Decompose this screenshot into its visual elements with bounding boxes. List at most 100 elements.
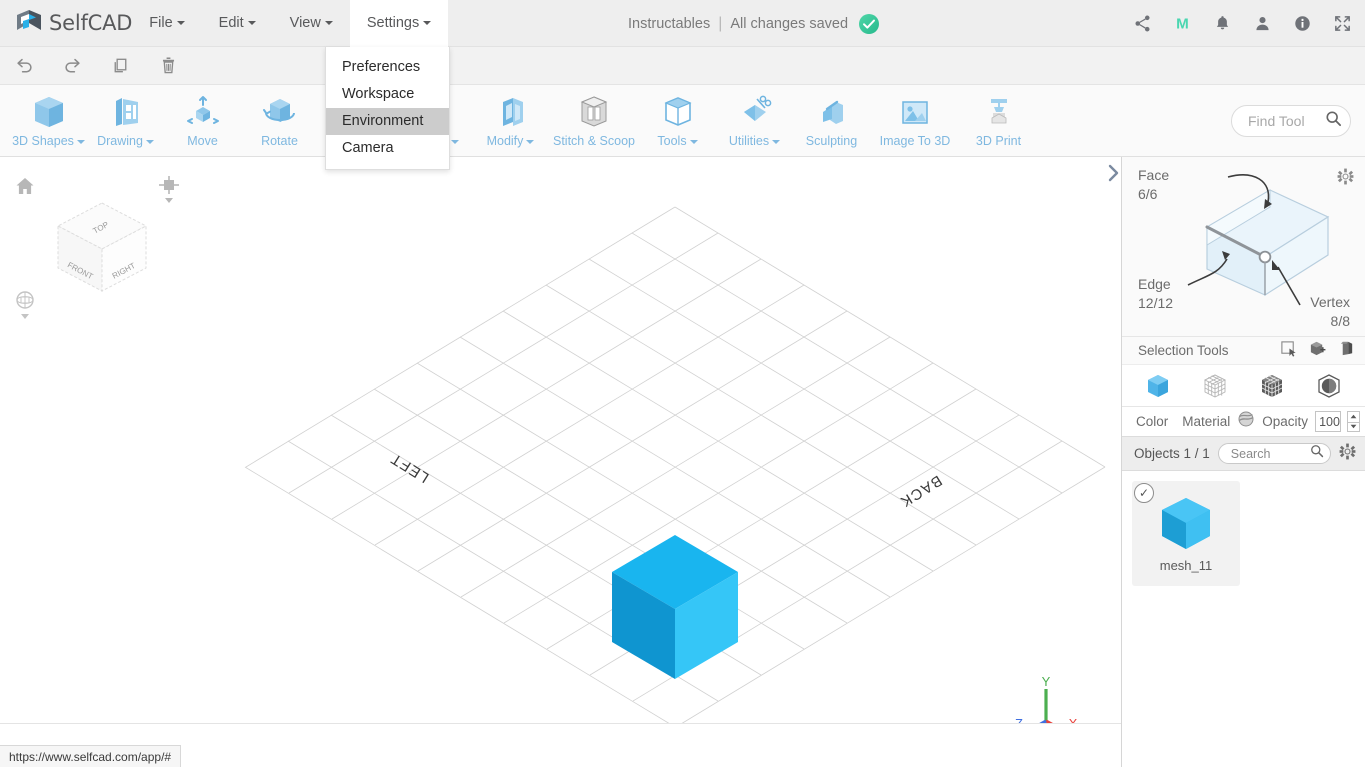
mesh-edge-value: 12/12 xyxy=(1138,295,1174,311)
settings-dropdown-menu: Preferences Workspace Environment Camera xyxy=(325,47,450,170)
mesh-edge-label: Edge xyxy=(1138,276,1171,292)
svg-text:M: M xyxy=(1176,15,1189,32)
selection-tools-row: Selection Tools xyxy=(1122,337,1365,365)
edge-mode-icon[interactable] xyxy=(1259,373,1285,399)
app-logo[interactable]: SelfCAD xyxy=(0,8,132,38)
rect-select-icon[interactable] xyxy=(1280,340,1297,362)
status-bar-url: https://www.selfcad.com/app/# xyxy=(0,745,182,767)
object-mode-icon[interactable] xyxy=(1145,373,1171,399)
drawing-icon xyxy=(106,92,146,132)
opacity-label: Opacity xyxy=(1262,414,1309,429)
delete-button[interactable] xyxy=(144,47,192,85)
tool-3d-print[interactable]: 3D Print xyxy=(960,85,1037,155)
brand-name: SelfCAD xyxy=(49,11,133,35)
cube-icon xyxy=(29,92,69,132)
3d-print-icon xyxy=(979,92,1019,132)
check-icon[interactable]: ✓ xyxy=(1134,483,1154,503)
tool-stitch-scoop[interactable]: Stitch & Scoop xyxy=(549,85,639,155)
material-sphere-icon[interactable] xyxy=(1237,410,1255,433)
opacity-value[interactable]: 100 xyxy=(1315,411,1341,432)
tool-sculpting-label: Sculpting xyxy=(805,134,858,148)
top-menu-bar: SelfCAD File Edit View Settings Instruct… xyxy=(0,0,1365,47)
material-label: Material xyxy=(1182,414,1231,429)
axis-label-y: Y xyxy=(1042,675,1051,689)
grid-label-back: BACK xyxy=(896,472,944,511)
tool-sculpting[interactable]: Sculpting xyxy=(793,85,870,155)
menu-edit-label: Edit xyxy=(218,14,244,31)
view-orientation-cube[interactable]: TOP FRONT RIGHT xyxy=(50,195,154,304)
menu-view-label: View xyxy=(289,14,321,31)
share-icon[interactable] xyxy=(1133,14,1153,34)
search-icon[interactable] xyxy=(1325,110,1342,132)
find-tool-input[interactable] xyxy=(1246,112,1324,130)
dropdown-item-preferences[interactable]: Preferences xyxy=(326,54,449,81)
viewport-bottom-strip xyxy=(0,723,1121,745)
search-icon[interactable] xyxy=(1310,444,1324,463)
chevron-right-icon[interactable] xyxy=(1104,162,1122,184)
face-mode-icon[interactable] xyxy=(1316,373,1342,399)
perspective-toggle-icon[interactable] xyxy=(14,290,36,327)
find-tool-search[interactable] xyxy=(1231,105,1351,137)
chevron-down-icon xyxy=(689,139,698,144)
redo-button[interactable] xyxy=(48,47,96,85)
tool-rotate-label: Rotate xyxy=(261,134,298,148)
scene-object-mesh-11 xyxy=(612,535,738,679)
fullscreen-expand-icon[interactable] xyxy=(1333,14,1353,34)
menu-edit[interactable]: Edit xyxy=(202,0,273,47)
tool-tools[interactable]: Tools xyxy=(639,85,716,155)
selection-mode-row xyxy=(1122,365,1365,407)
notification-bell-icon[interactable] xyxy=(1213,14,1233,34)
tool-rotate[interactable]: Rotate xyxy=(241,85,318,155)
objects-header: Objects 1 / 1 xyxy=(1122,437,1365,471)
tool-image-to-3d-label: Image To 3D xyxy=(879,134,951,148)
zoom-fit-icon[interactable] xyxy=(158,175,180,210)
list-item[interactable]: ✓ mesh_11 xyxy=(1132,481,1240,586)
redo-icon xyxy=(64,58,80,73)
right-sidebar-panel: Face 6/6 Edge 12/12 Vertex 8/8 Selection… xyxy=(1121,157,1365,767)
chevron-down-icon xyxy=(772,139,781,144)
dropdown-item-camera[interactable]: Camera xyxy=(326,135,449,162)
tool-image-to-3d[interactable]: Image To 3D xyxy=(870,85,960,155)
tool-drawing-label: Drawing xyxy=(97,134,143,148)
add-select-icon[interactable] xyxy=(1309,340,1326,362)
mesh-vertex-value: 8/8 xyxy=(1330,313,1350,329)
mesh-face-label: Face xyxy=(1138,167,1170,183)
tool-move[interactable]: Move xyxy=(164,85,241,155)
menu-file[interactable]: File xyxy=(132,0,201,47)
chevron-down-icon xyxy=(324,20,333,25)
opacity-stepper[interactable] xyxy=(1346,411,1360,432)
menu-settings[interactable]: Settings xyxy=(349,0,449,47)
vertex-mode-icon[interactable] xyxy=(1202,373,1228,399)
action-bar xyxy=(0,47,1365,85)
user-account-icon[interactable] xyxy=(1253,14,1273,34)
opacity-decrement-button[interactable] xyxy=(1346,421,1360,432)
tool-3d-shapes[interactable]: 3D Shapes xyxy=(10,85,87,155)
main-toolbar: 3D Shapes Drawing Move Rotate Modify Sti… xyxy=(0,85,1365,157)
objects-search[interactable] xyxy=(1217,443,1331,464)
appearance-row: Color Material Opacity 100 xyxy=(1122,407,1365,437)
tool-tools-label: Tools xyxy=(657,134,687,148)
menu-view[interactable]: View xyxy=(273,0,350,47)
chevron-down-icon xyxy=(76,139,85,144)
tool-utilities[interactable]: Utilities xyxy=(716,85,793,155)
undo-button[interactable] xyxy=(0,47,48,85)
through-select-icon[interactable] xyxy=(1338,340,1355,362)
3d-viewport[interactable]: LEFT BACK FRONT RIGHT xyxy=(0,157,1121,745)
tool-drawing[interactable]: Drawing xyxy=(87,85,164,155)
mesh-edge-stat: Edge 12/12 xyxy=(1138,275,1173,313)
opacity-increment-button[interactable] xyxy=(1346,411,1360,422)
dropdown-item-environment[interactable]: Environment xyxy=(326,108,449,135)
objects-search-input[interactable] xyxy=(1228,445,1293,462)
rotate-icon xyxy=(260,92,300,132)
home-view-icon[interactable] xyxy=(14,175,36,202)
move-icon xyxy=(183,92,223,132)
copy-icon xyxy=(114,58,126,73)
dropdown-item-workspace[interactable]: Workspace xyxy=(326,81,449,108)
mail-m-icon[interactable]: M xyxy=(1173,14,1193,34)
selfcad-app: SelfCAD File Edit View Settings Instruct… xyxy=(0,0,1365,767)
info-icon[interactable] xyxy=(1293,14,1313,34)
tool-modify[interactable]: Modify xyxy=(472,85,549,155)
chevron-down-icon xyxy=(526,139,535,144)
objects-settings-gear-icon[interactable] xyxy=(1339,443,1356,465)
copy-button[interactable] xyxy=(96,47,144,85)
